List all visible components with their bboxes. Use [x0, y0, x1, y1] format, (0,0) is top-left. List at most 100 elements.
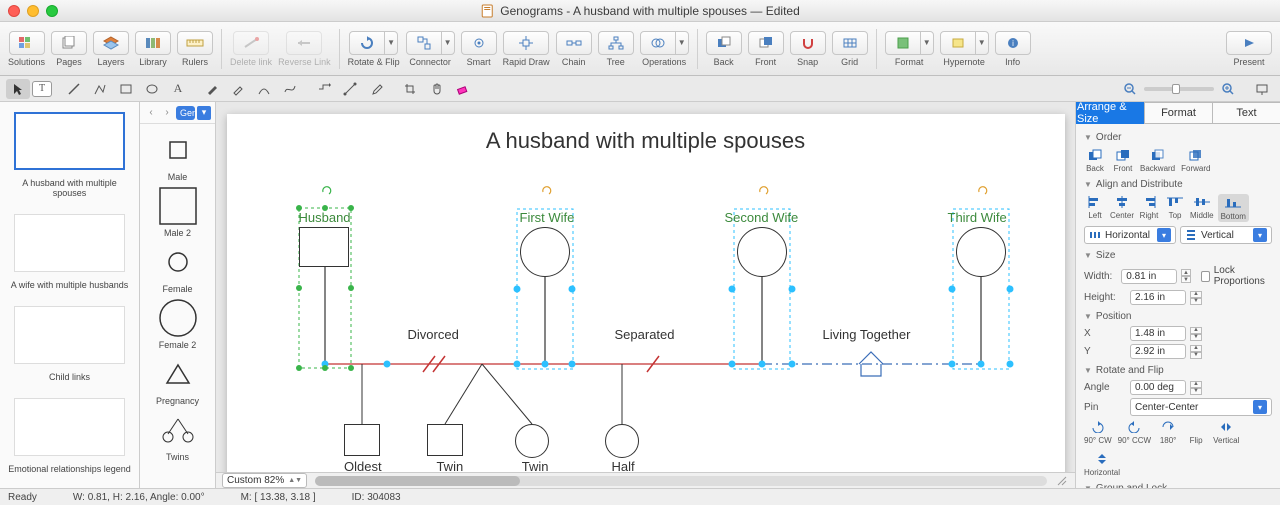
rapid-draw-button[interactable] — [503, 31, 549, 55]
connector-tool[interactable] — [312, 79, 336, 99]
align-center-button[interactable]: Center — [1110, 194, 1134, 222]
bezier-tool[interactable] — [252, 79, 276, 99]
library-item-female2[interactable]: Female 2 — [156, 298, 200, 350]
half-sister-node[interactable] — [605, 424, 639, 458]
height-input[interactable]: 2.16 in — [1130, 290, 1186, 305]
present-button[interactable] — [1226, 31, 1272, 55]
front-button[interactable] — [748, 31, 784, 55]
canvas[interactable]: A husband with multiple spouses — [216, 102, 1075, 472]
distribute-v-select[interactable]: Vertical▾ — [1180, 226, 1272, 244]
align-right-button[interactable]: Right — [1138, 194, 1160, 222]
align-left-button[interactable]: Left — [1084, 194, 1106, 222]
angle-input[interactable]: 0.00 deg — [1130, 380, 1186, 395]
hypernote-button[interactable] — [940, 31, 976, 55]
library-back-button[interactable]: ‹ — [144, 106, 158, 120]
format-button[interactable] — [885, 31, 921, 55]
pen-tool[interactable] — [200, 79, 224, 99]
library-item-male[interactable]: Male — [156, 130, 200, 182]
connector-button[interactable] — [406, 31, 442, 55]
order-back-button[interactable]: Back — [1084, 147, 1106, 173]
height-stepper[interactable]: ▲▼ — [1190, 291, 1202, 305]
page[interactable]: A husband with multiple spouses — [227, 114, 1065, 472]
width-input[interactable]: 0.81 in — [1121, 269, 1177, 284]
tree-button[interactable] — [598, 31, 634, 55]
spline-tool[interactable] — [278, 79, 302, 99]
hypernote-dropdown[interactable]: ▼ — [975, 31, 989, 55]
order-forward-button[interactable]: Forward — [1181, 147, 1210, 173]
presentation-tool[interactable] — [1250, 79, 1274, 99]
smart-button[interactable] — [461, 31, 497, 55]
x-input[interactable]: 1.48 in — [1130, 326, 1186, 341]
section-rotate[interactable]: Rotate and Flip — [1084, 365, 1272, 376]
zoom-percentage[interactable]: Custom 82%▲▼ — [222, 473, 307, 488]
x-stepper[interactable]: ▲▼ — [1190, 327, 1202, 341]
rotate-90cw-button[interactable]: 90° CW — [1084, 419, 1112, 445]
page-thumbnail[interactable] — [14, 306, 125, 364]
minimize-window-button[interactable] — [27, 5, 39, 17]
horizontal-scrollbar[interactable]: Custom 82%▲▼ — [216, 472, 1075, 488]
ellipse-tool[interactable] — [140, 79, 164, 99]
order-front-button[interactable]: Front — [1112, 147, 1134, 173]
flip-horizontal-button[interactable]: Horizontal — [1084, 451, 1120, 477]
chain-button[interactable] — [556, 31, 592, 55]
tab-arrange-size[interactable]: Arrange & Size — [1076, 102, 1145, 124]
third-wife-node[interactable]: Third Wife — [948, 210, 1007, 277]
section-order[interactable]: Order — [1084, 132, 1272, 143]
y-stepper[interactable]: ▲▼ — [1190, 345, 1202, 359]
format-dropdown[interactable]: ▼ — [920, 31, 934, 55]
text-box-tool[interactable]: A — [166, 79, 190, 99]
snap-button[interactable] — [790, 31, 826, 55]
library-forward-button[interactable]: › — [160, 106, 174, 120]
zoom-in-button[interactable] — [1216, 79, 1240, 99]
angle-stepper[interactable]: ▲▼ — [1190, 381, 1202, 395]
crop-tool[interactable] — [398, 79, 422, 99]
first-wife-node[interactable]: First Wife — [520, 210, 575, 277]
library-button[interactable] — [135, 31, 171, 55]
pointer-tool[interactable] — [6, 79, 30, 99]
flip-vertical-button[interactable]: Vertical — [1213, 419, 1239, 445]
rotate-90ccw-button[interactable]: 90° CCW — [1118, 419, 1151, 445]
library-item-pregnancy[interactable]: Pregnancy — [156, 354, 200, 406]
rotate-button[interactable] — [349, 31, 385, 55]
line-tool[interactable] — [62, 79, 86, 99]
info-button[interactable]: i — [995, 31, 1031, 55]
lock-proportions-checkbox[interactable]: Lock Proportions — [1201, 265, 1272, 287]
width-stepper[interactable]: ▲▼ — [1181, 269, 1191, 283]
rect-tool[interactable] — [114, 79, 138, 99]
eyedropper-tool[interactable] — [364, 79, 388, 99]
twin-sister-node[interactable] — [515, 424, 549, 458]
y-input[interactable]: 2.92 in — [1130, 344, 1186, 359]
library-tab[interactable]: Genog… — [176, 106, 195, 120]
twin-brother-node[interactable] — [427, 424, 463, 456]
operations-button[interactable] — [640, 31, 676, 55]
align-bottom-button[interactable]: Bottom — [1218, 194, 1249, 222]
connector-dropdown[interactable]: ▼ — [441, 31, 455, 55]
align-top-button[interactable]: Top — [1164, 194, 1186, 222]
text-tool[interactable]: T — [32, 81, 52, 97]
order-backward-button[interactable]: Backward — [1140, 147, 1175, 173]
pages-button[interactable] — [51, 31, 87, 55]
zoom-window-button[interactable] — [46, 5, 58, 17]
section-size[interactable]: Size — [1084, 250, 1272, 261]
close-window-button[interactable] — [8, 5, 20, 17]
page-thumbnail[interactable] — [14, 112, 125, 170]
page-thumbnail[interactable] — [14, 214, 125, 272]
operations-dropdown[interactable]: ▼ — [675, 31, 689, 55]
library-item-female[interactable]: Female — [156, 242, 200, 294]
eraser-tool[interactable] — [450, 79, 474, 99]
second-wife-node[interactable]: Second Wife — [725, 210, 799, 277]
pencil-tool[interactable] — [226, 79, 250, 99]
library-item-twins[interactable]: Twins — [156, 410, 200, 462]
rotate-dropdown[interactable]: ▼ — [384, 31, 398, 55]
tab-format[interactable]: Format — [1144, 102, 1213, 124]
husband-node[interactable]: Husband — [299, 210, 351, 267]
page-thumbnail[interactable] — [14, 398, 125, 456]
polyline-tool[interactable] — [88, 79, 112, 99]
smart-connector-tool[interactable] — [338, 79, 362, 99]
oldest-brother-node[interactable] — [344, 424, 380, 456]
hand-tool[interactable] — [424, 79, 448, 99]
distribute-h-select[interactable]: Horizontal▾ — [1084, 226, 1176, 244]
rotate-180-button[interactable]: 180° — [1157, 419, 1179, 445]
pin-select[interactable]: Center-Center▾ — [1130, 398, 1272, 416]
library-dropdown-button[interactable]: ▾ — [197, 106, 211, 120]
